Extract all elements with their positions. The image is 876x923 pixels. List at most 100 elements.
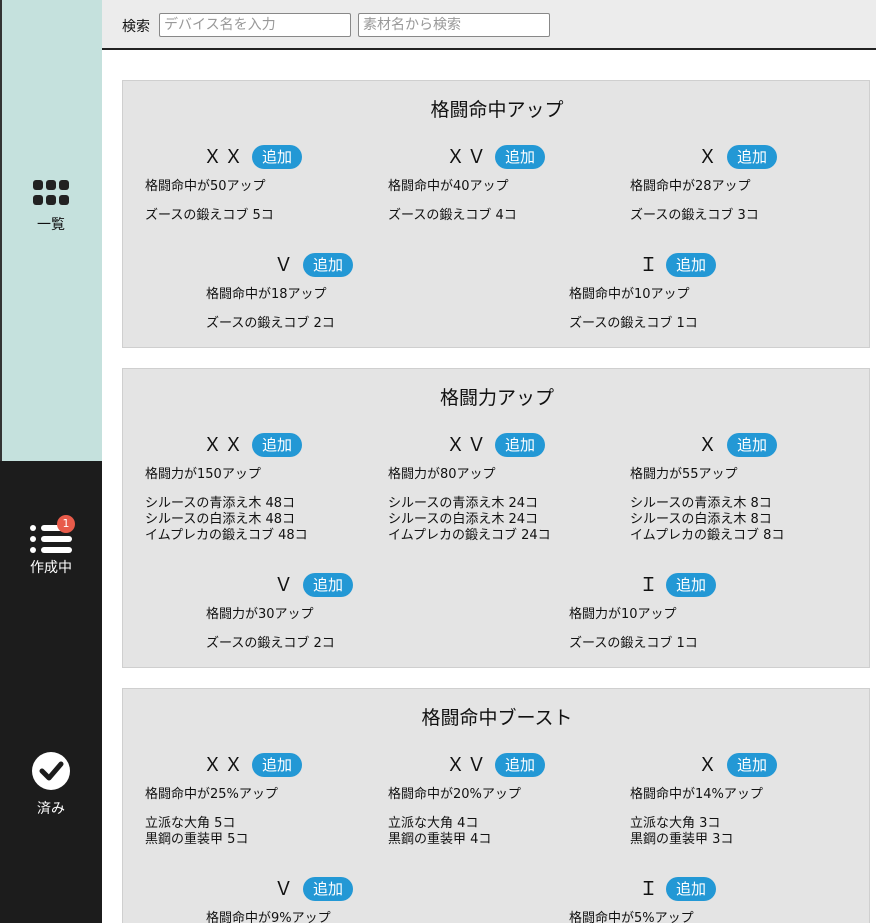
check-icon (32, 752, 70, 790)
material-line: シルースの青添え木 24コ (388, 496, 539, 511)
effect-text: 格闘力が150アップ (145, 467, 261, 482)
add-button[interactable]: 追加 (495, 433, 545, 457)
grade-label: Ｘ (698, 146, 720, 168)
material-line: ズースの鍛えコブ 2コ (206, 316, 335, 331)
add-button[interactable]: 追加 (495, 753, 545, 777)
material-line: ズースの鍛えコブ 2コ (206, 636, 335, 651)
add-button[interactable]: 追加 (252, 753, 302, 777)
add-button[interactable]: 追加 (303, 573, 353, 597)
materials-list: 立派な大角 3コ 黒鋼の重装甲 3コ (630, 816, 733, 848)
nav-item-list[interactable]: 一覧 (0, 180, 102, 234)
search-label: 検索 (122, 19, 150, 35)
grade-label: Ｉ (639, 878, 661, 900)
materials-list: シルースの青添え木 24コ シルースの白添え木 24コ イムプレカの鍛えコブ 2… (388, 496, 551, 544)
grade-label: ＸＸ (203, 434, 246, 456)
material-line: イムプレカの鍛えコブ 8コ (630, 528, 785, 543)
materials-list: ズースの鍛えコブ 4コ (388, 208, 517, 224)
card-title: 格闘命中ブースト (421, 707, 573, 729)
effect-text: 格闘命中が5%アップ (569, 911, 694, 923)
add-button[interactable]: 追加 (303, 253, 353, 277)
grade-label: ＸＶ (446, 754, 489, 776)
effect-text: 格闘力が80アップ (388, 467, 496, 482)
material-line: イムプレカの鍛えコブ 48コ (145, 528, 308, 543)
add-button[interactable]: 追加 (727, 145, 777, 169)
effect-text: 格闘命中が14%アップ (630, 787, 763, 802)
material-line: 立派な大角 4コ (388, 816, 479, 831)
material-search-input[interactable] (358, 13, 550, 37)
materials-list: ズースの鍛えコブ 5コ (145, 208, 274, 224)
material-line: 黒鋼の重装甲 5コ (145, 832, 249, 847)
grade-label: Ｖ (274, 878, 296, 900)
effect-text: 格闘命中が18アップ (206, 287, 327, 302)
materials-list: ズースの鍛えコブ 2コ (206, 636, 335, 652)
material-line: ズースの鍛えコブ 5コ (145, 208, 274, 223)
material-line: シルースの青添え木 48コ (145, 496, 296, 511)
materials-list: シルースの青添え木 8コ シルースの白添え木 8コ イムプレカの鍛えコブ 8コ (630, 496, 784, 544)
materials-list: ズースの鍛えコブ 3コ (630, 208, 759, 224)
sidebar: 一覧 1 作成中 済み (0, 0, 102, 923)
material-line: ズースの鍛えコブ 3コ (630, 208, 759, 223)
effect-text: 格闘命中が40アップ (388, 179, 509, 194)
grid-icon (33, 180, 69, 206)
materials-list: シルースの青添え木 48コ シルースの白添え木 48コ イムプレカの鍛えコブ 4… (145, 496, 308, 544)
count-badge: 1 (57, 515, 75, 533)
nav-label-list: 一覧 (37, 217, 65, 233)
effect-text: 格闘力が55アップ (630, 467, 738, 482)
nav-item-done[interactable]: 済み (0, 752, 102, 818)
material-line: イムプレカの鍛えコブ 24コ (388, 528, 551, 543)
grade-label: Ｉ (639, 254, 661, 276)
add-button[interactable]: 追加 (727, 753, 777, 777)
effect-text: 格闘力が10アップ (569, 607, 677, 622)
grade-label: Ｖ (274, 254, 296, 276)
nav-label-done: 済み (37, 801, 65, 817)
grade-label: ＸＶ (446, 146, 489, 168)
materials-list: ズースの鍛えコブ 1コ (569, 636, 698, 652)
grade-label: ＸＶ (446, 434, 489, 456)
materials-list: 立派な大角 5コ 黒鋼の重装甲 5コ (145, 816, 248, 848)
material-line: 黒鋼の重装甲 3コ (630, 832, 734, 847)
grade-label: Ｉ (639, 574, 661, 596)
effect-text: 格闘命中が20%アップ (388, 787, 521, 802)
material-line: シルースの白添え木 24コ (388, 512, 539, 527)
device-search-input[interactable] (159, 13, 351, 37)
effect-text: 格闘命中が28アップ (630, 179, 751, 194)
add-button[interactable]: 追加 (666, 573, 716, 597)
add-button[interactable]: 追加 (666, 877, 716, 901)
effect-text: 格闘命中が9%アップ (206, 911, 331, 923)
material-line: シルースの白添え木 8コ (630, 512, 772, 527)
material-line: ズースの鍛えコブ 4コ (388, 208, 517, 223)
materials-list: ズースの鍛えコブ 1コ (569, 316, 698, 332)
material-line: ズースの鍛えコブ 1コ (569, 636, 698, 651)
card-title: 格闘力アップ (439, 387, 554, 409)
materials-list: ズースの鍛えコブ 2コ (206, 316, 335, 332)
device-card: 格闘命中ブースト ＸＸ 追加 格闘命中が25%アップ 立派な大角 5コ 黒鋼の重装… (122, 688, 870, 923)
add-button[interactable]: 追加 (252, 145, 302, 169)
add-button[interactable]: 追加 (252, 433, 302, 457)
material-line: 立派な大角 5コ (145, 816, 236, 831)
device-card: 格闘命中アップ ＸＸ 追加 格闘命中が50アップ ズースの鍛えコブ 5コ ＸＶ 追加… (122, 80, 870, 348)
grade-label: Ｖ (274, 574, 296, 596)
grade-label: ＸＸ (203, 754, 246, 776)
add-button[interactable]: 追加 (727, 433, 777, 457)
effect-text: 格闘命中が10アップ (569, 287, 690, 302)
material-line: ズースの鍛えコブ 1コ (569, 316, 698, 331)
material-line: シルースの白添え木 48コ (145, 512, 296, 527)
effect-text: 格闘命中が50アップ (145, 179, 266, 194)
device-list: 格闘命中アップ ＸＸ 追加 格闘命中が50アップ ズースの鍛えコブ 5コ ＸＶ 追加… (102, 52, 876, 923)
grade-label: Ｘ (698, 754, 720, 776)
material-line: 立派な大角 3コ (630, 816, 721, 831)
nav-label-in-progress: 作成中 (30, 560, 72, 576)
add-button[interactable]: 追加 (666, 253, 716, 277)
nav-item-in-progress[interactable]: 1 作成中 (0, 515, 102, 577)
add-button[interactable]: 追加 (303, 877, 353, 901)
material-line: 黒鋼の重装甲 4コ (388, 832, 492, 847)
grade-label: Ｘ (698, 434, 720, 456)
list-icon: 1 (30, 515, 75, 553)
material-line: シルースの青添え木 8コ (630, 496, 772, 511)
search-bar: 検索 (102, 0, 876, 50)
card-title: 格闘命中アップ (430, 99, 564, 121)
effect-text: 格闘命中が25%アップ (145, 787, 278, 802)
device-card: 格闘力アップ ＸＸ 追加 格闘力が150アップ シルースの青添え木 48コ シルー… (122, 368, 870, 668)
effect-text: 格闘力が30アップ (206, 607, 314, 622)
add-button[interactable]: 追加 (495, 145, 545, 169)
